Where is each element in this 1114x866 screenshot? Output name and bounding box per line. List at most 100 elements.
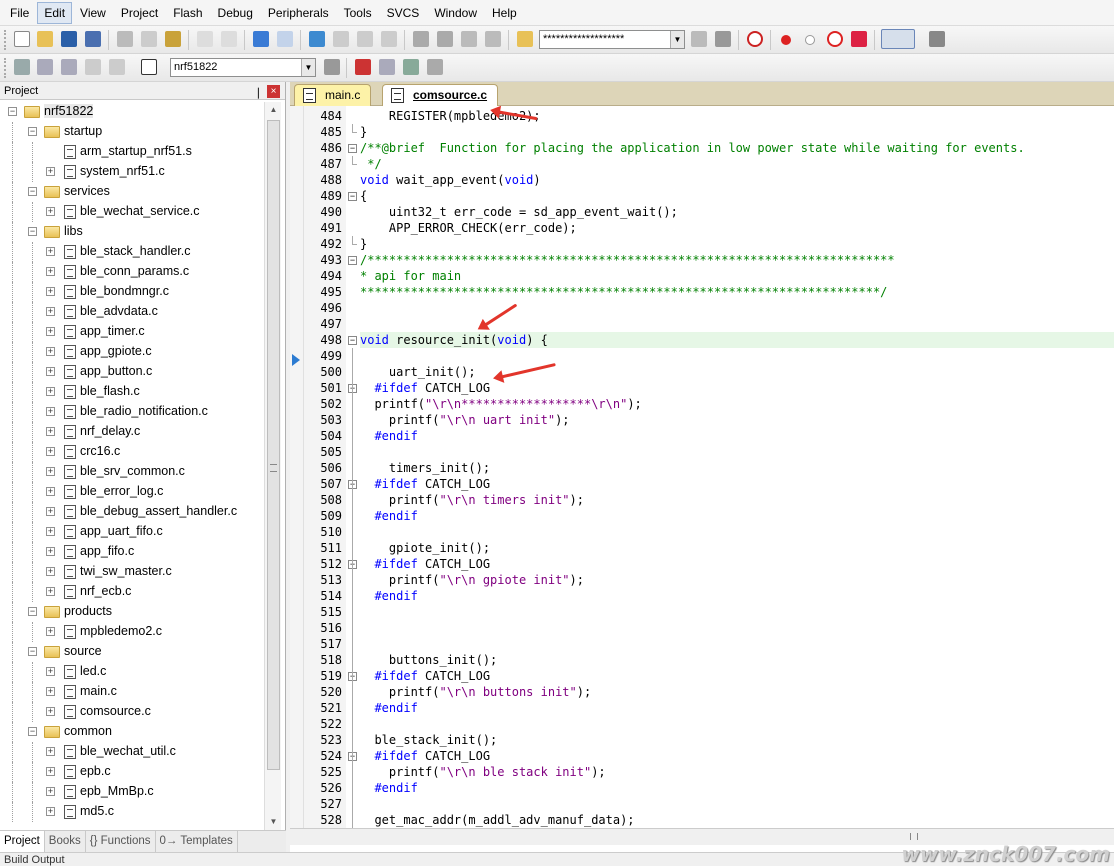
scroll-up-icon[interactable]: ▲ (265, 102, 282, 118)
expand-icon[interactable]: + (46, 587, 55, 596)
menu-flash[interactable]: Flash (166, 2, 209, 24)
expand-icon[interactable]: + (46, 687, 55, 696)
manage-components-icon[interactable] (355, 59, 371, 75)
tree-file-item[interactable]: + ble_advdata.c (0, 302, 264, 322)
tab-main-c[interactable]: main.c (294, 84, 372, 106)
menu-help[interactable]: Help (485, 2, 524, 24)
expand-icon[interactable]: + (46, 367, 55, 376)
uncomment-icon[interactable] (485, 31, 501, 47)
code-line[interactable]: printf("\r\n buttons init"); (360, 684, 1114, 700)
expand-icon[interactable]: + (46, 347, 55, 356)
tree-file-item[interactable]: + ble_wechat_service.c (0, 202, 264, 222)
manage-runtime-icon[interactable] (403, 59, 419, 75)
menu-svcs[interactable]: SVCS (380, 2, 427, 24)
save-all-icon[interactable] (85, 31, 101, 47)
expand-icon[interactable]: + (46, 567, 55, 576)
fold-toggle-icon[interactable]: − (348, 336, 357, 345)
expand-icon[interactable]: + (46, 427, 55, 436)
find-icon[interactable] (691, 31, 707, 47)
menu-file[interactable]: File (3, 2, 36, 24)
collapse-icon[interactable]: − (28, 127, 37, 136)
menu-project[interactable]: Project (114, 2, 165, 24)
tree-file-item[interactable]: + app_button.c (0, 362, 264, 382)
tree-folder-item[interactable]: − common (0, 722, 264, 742)
expand-icon[interactable]: + (46, 407, 55, 416)
select-packs-icon[interactable] (379, 59, 395, 75)
code-line[interactable]: */ (360, 156, 1114, 172)
tree-file-item[interactable]: + app_uart_fifo.c (0, 522, 264, 542)
code-line[interactable] (360, 796, 1114, 812)
stop-build-icon[interactable] (109, 59, 125, 75)
expand-icon[interactable]: + (46, 627, 55, 636)
fold-toggle-icon[interactable]: − (348, 192, 357, 201)
breakpoint-icon[interactable] (781, 35, 791, 45)
tab-templates[interactable]: 0→ Templates (156, 831, 238, 852)
code-line[interactable]: #endif (360, 780, 1114, 796)
collapse-icon[interactable]: − (28, 727, 37, 736)
code-line[interactable]: printf("\r\n timers init"); (360, 492, 1114, 508)
code-line[interactable]: } (360, 236, 1114, 252)
code-line[interactable]: ****************************************… (360, 284, 1114, 300)
expand-icon[interactable]: + (46, 507, 55, 516)
kill-breakpoints-icon[interactable] (851, 31, 867, 47)
find-in-files-icon[interactable] (517, 31, 533, 47)
target-options-icon[interactable] (324, 59, 340, 75)
code-line[interactable]: { (360, 188, 1114, 204)
menu-view[interactable]: View (73, 2, 113, 24)
code-line[interactable]: gpiote_init(); (360, 540, 1114, 556)
toolbar-grip[interactable] (4, 30, 8, 50)
disable-all-breakpoints-icon[interactable] (827, 31, 843, 47)
code-line[interactable] (360, 300, 1114, 316)
window-layout-icon[interactable] (881, 29, 915, 49)
expand-icon[interactable]: + (46, 247, 55, 256)
collapse-icon[interactable]: − (8, 107, 17, 116)
fold-toggle-icon[interactable]: − (348, 144, 357, 153)
tab-functions[interactable]: {} Functions (86, 831, 156, 852)
code-line[interactable]: timers_init(); (360, 460, 1114, 476)
editor-gutter[interactable] (290, 106, 304, 828)
expand-icon[interactable]: + (46, 707, 55, 716)
code-line[interactable]: #endif (360, 508, 1114, 524)
expand-icon[interactable]: + (46, 167, 55, 176)
tree-file-item[interactable]: + main.c (0, 682, 264, 702)
clear-bookmarks-icon[interactable] (381, 31, 397, 47)
save-icon[interactable] (61, 31, 77, 47)
translate-icon[interactable] (14, 59, 30, 75)
tree-file-item[interactable]: + ble_wechat_util.c (0, 742, 264, 762)
code-line[interactable]: void wait_app_event(void) (360, 172, 1114, 188)
cut-icon[interactable] (117, 31, 133, 47)
batch-build-icon[interactable] (85, 59, 101, 75)
tree-file-item[interactable]: + twi_sw_master.c (0, 562, 264, 582)
debug-session-icon[interactable] (747, 31, 763, 47)
expand-icon[interactable]: + (46, 307, 55, 316)
tree-file-item[interactable]: + nrf_ecb.c (0, 582, 264, 602)
copy-icon[interactable] (141, 31, 157, 47)
download-icon[interactable] (141, 59, 157, 75)
tab-books[interactable]: Books (45, 831, 86, 852)
tree-folder-item[interactable]: − startup (0, 122, 264, 142)
pin-icon[interactable]: ❘ (254, 84, 263, 102)
expand-icon[interactable]: + (46, 387, 55, 396)
collapse-icon[interactable]: − (28, 607, 37, 616)
next-bookmark-icon[interactable] (357, 31, 373, 47)
collapse-icon[interactable]: − (28, 227, 37, 236)
fold-toggle-icon[interactable]: − (348, 256, 357, 265)
code-line[interactable]: buttons_init(); (360, 652, 1114, 668)
code-line[interactable] (360, 716, 1114, 732)
code-line[interactable] (360, 444, 1114, 460)
code-line[interactable]: void resource_init(void) { (360, 332, 1114, 348)
pack-installer-icon[interactable] (427, 59, 443, 75)
tree-file-item[interactable]: + ble_error_log.c (0, 482, 264, 502)
toolbar-grip[interactable] (4, 58, 8, 78)
menu-window[interactable]: Window (427, 2, 484, 24)
code-line[interactable] (360, 524, 1114, 540)
expand-icon[interactable]: + (46, 747, 55, 756)
tree-file-item[interactable]: + epb.c (0, 762, 264, 782)
tab-comsource-c[interactable]: comsource.c (382, 84, 499, 106)
target-combo[interactable]: nrf51822 ▼ (170, 58, 316, 77)
tree-file-item[interactable]: + ble_stack_handler.c (0, 242, 264, 262)
menu-peripherals[interactable]: Peripherals (261, 2, 336, 24)
menu-edit[interactable]: Edit (37, 1, 73, 24)
unindent-icon[interactable] (437, 31, 453, 47)
indent-icon[interactable] (413, 31, 429, 47)
